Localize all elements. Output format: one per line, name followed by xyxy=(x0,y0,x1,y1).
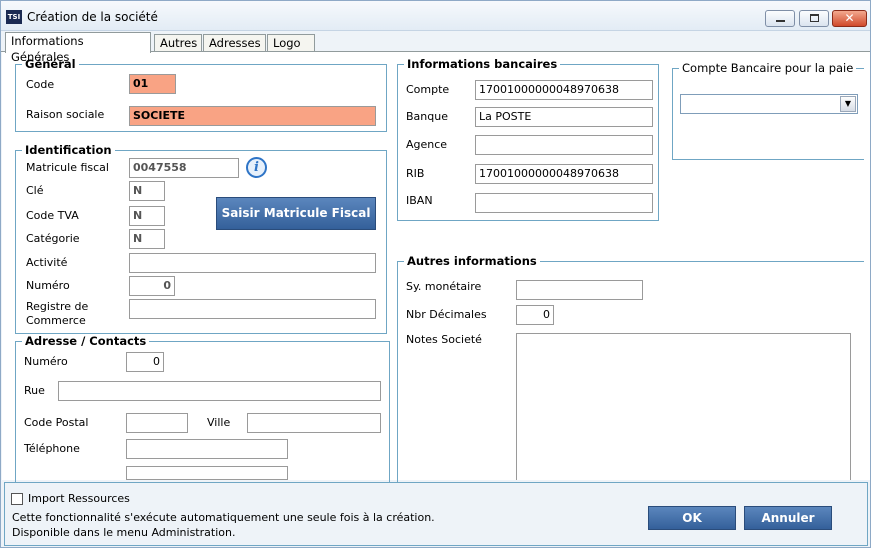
numero-input[interactable]: 0 xyxy=(126,352,164,372)
raison-sociale-input[interactable]: SOCIETE xyxy=(129,106,376,126)
group-informations-bancaires-title: Informations bancaires xyxy=(407,57,558,71)
iban-input[interactable] xyxy=(475,193,653,213)
rib-input[interactable]: 17001000000048970638 xyxy=(475,164,653,184)
code-postal-input[interactable] xyxy=(126,413,188,433)
sy-monetaire-label: Sy. monétaire xyxy=(406,280,482,293)
numero-etablissement-input[interactable]: 0 xyxy=(129,276,175,296)
notes-societe-textarea[interactable] xyxy=(516,333,851,480)
code-tva-label: Code TVA xyxy=(26,209,79,222)
group-identification-title: Identification xyxy=(25,143,112,157)
agence-input[interactable] xyxy=(475,135,653,155)
nbr-decimales-label: Nbr Décimales xyxy=(406,308,487,321)
window-title: Création de la société xyxy=(27,10,158,24)
compte-input[interactable]: 17001000000048970638 xyxy=(475,80,653,100)
tab-informations-generales[interactable]: Informations Générales xyxy=(5,32,151,64)
telephone-2-input[interactable] xyxy=(126,466,288,480)
ok-button[interactable]: OK xyxy=(648,506,736,530)
minimize-button[interactable] xyxy=(765,10,795,27)
compte-bancaire-paie-select[interactable]: ▼ xyxy=(680,94,858,114)
maximize-button[interactable] xyxy=(799,10,829,27)
maximize-icon xyxy=(810,14,819,22)
code-input[interactable]: 01 xyxy=(129,74,176,94)
banque-input[interactable]: La POSTE xyxy=(475,107,653,127)
matricule-fiscal-input[interactable]: 0047558 xyxy=(129,158,239,178)
categorie-input[interactable]: N xyxy=(129,229,165,249)
rib-label: RIB xyxy=(406,167,425,180)
group-adresse-contacts: Adresse / Contacts xyxy=(15,335,390,485)
cle-label: Clé xyxy=(26,184,44,197)
ville-label: Ville xyxy=(207,416,231,429)
raison-sociale-label: Raison sociale xyxy=(26,108,105,121)
rue-input[interactable] xyxy=(58,381,381,401)
group-autres-informations-title: Autres informations xyxy=(407,254,537,268)
tab-panel-informations-generales: Général Code 01 Raison sociale SOCIETE I… xyxy=(2,52,870,485)
info-icon[interactable]: i xyxy=(246,157,267,178)
nbr-decimales-input[interactable]: 0 xyxy=(516,305,554,325)
categorie-label: Catégorie xyxy=(26,232,80,245)
dialog-window: TSI Création de la société ✕ Information… xyxy=(0,0,871,548)
footer-panel: Import Ressources Cette fonctionnalité s… xyxy=(4,482,868,546)
activite-label: Activité xyxy=(26,256,68,269)
import-info-line1: Cette fonctionnalité s'exécute automatiq… xyxy=(12,511,435,524)
rue-label: Rue xyxy=(24,384,45,397)
title-bar[interactable]: TSI Création de la société ✕ xyxy=(1,1,870,31)
registre-commerce-input[interactable] xyxy=(129,299,376,319)
code-postal-label: Code Postal xyxy=(24,416,89,429)
app-logo-icon: TSI xyxy=(6,10,22,24)
banque-label: Banque xyxy=(406,110,448,123)
ville-input[interactable] xyxy=(247,413,381,433)
sy-monetaire-input[interactable] xyxy=(516,280,643,300)
tab-autres[interactable]: Autres xyxy=(154,34,202,52)
code-tva-input[interactable]: N xyxy=(129,206,165,226)
agence-label: Agence xyxy=(406,138,448,151)
annuler-button[interactable]: Annuler xyxy=(744,506,832,530)
registre-commerce-label-line2: Commerce xyxy=(26,314,86,327)
iban-label: IBAN xyxy=(406,194,433,207)
compte-label: Compte xyxy=(406,83,450,96)
minimize-icon xyxy=(776,20,785,22)
import-ressources-label: Import Ressources xyxy=(28,492,130,505)
close-button[interactable]: ✕ xyxy=(832,10,867,27)
matricule-fiscal-label: Matricule fiscal xyxy=(26,161,109,174)
saisir-matricule-fiscal-button[interactable]: Saisir Matricule Fiscal xyxy=(216,197,376,230)
tab-logo[interactable]: Logo xyxy=(267,34,315,52)
activite-input[interactable] xyxy=(129,253,376,273)
import-info-line2: Disponible dans le menu Administration. xyxy=(12,526,236,539)
tab-adresses[interactable]: Adresses xyxy=(203,34,266,52)
group-adresse-contacts-title: Adresse / Contacts xyxy=(25,334,147,348)
registre-commerce-label-line1: Registre de xyxy=(26,300,89,313)
numero-etablissement-label: Numéro xyxy=(26,279,70,292)
group-compte-bancaire-paie-title: Compte Bancaire pour la paie xyxy=(682,61,854,75)
telephone-label: Téléphone xyxy=(24,442,80,455)
code-label: Code xyxy=(26,78,55,91)
cle-input[interactable]: N xyxy=(129,181,165,201)
chevron-down-icon[interactable]: ▼ xyxy=(840,96,856,112)
notes-societe-label: Notes Societé xyxy=(406,333,482,346)
telephone-input[interactable] xyxy=(126,439,288,459)
import-ressources-checkbox[interactable] xyxy=(11,493,23,505)
numero-label: Numéro xyxy=(24,355,68,368)
close-icon: ✕ xyxy=(844,11,855,25)
